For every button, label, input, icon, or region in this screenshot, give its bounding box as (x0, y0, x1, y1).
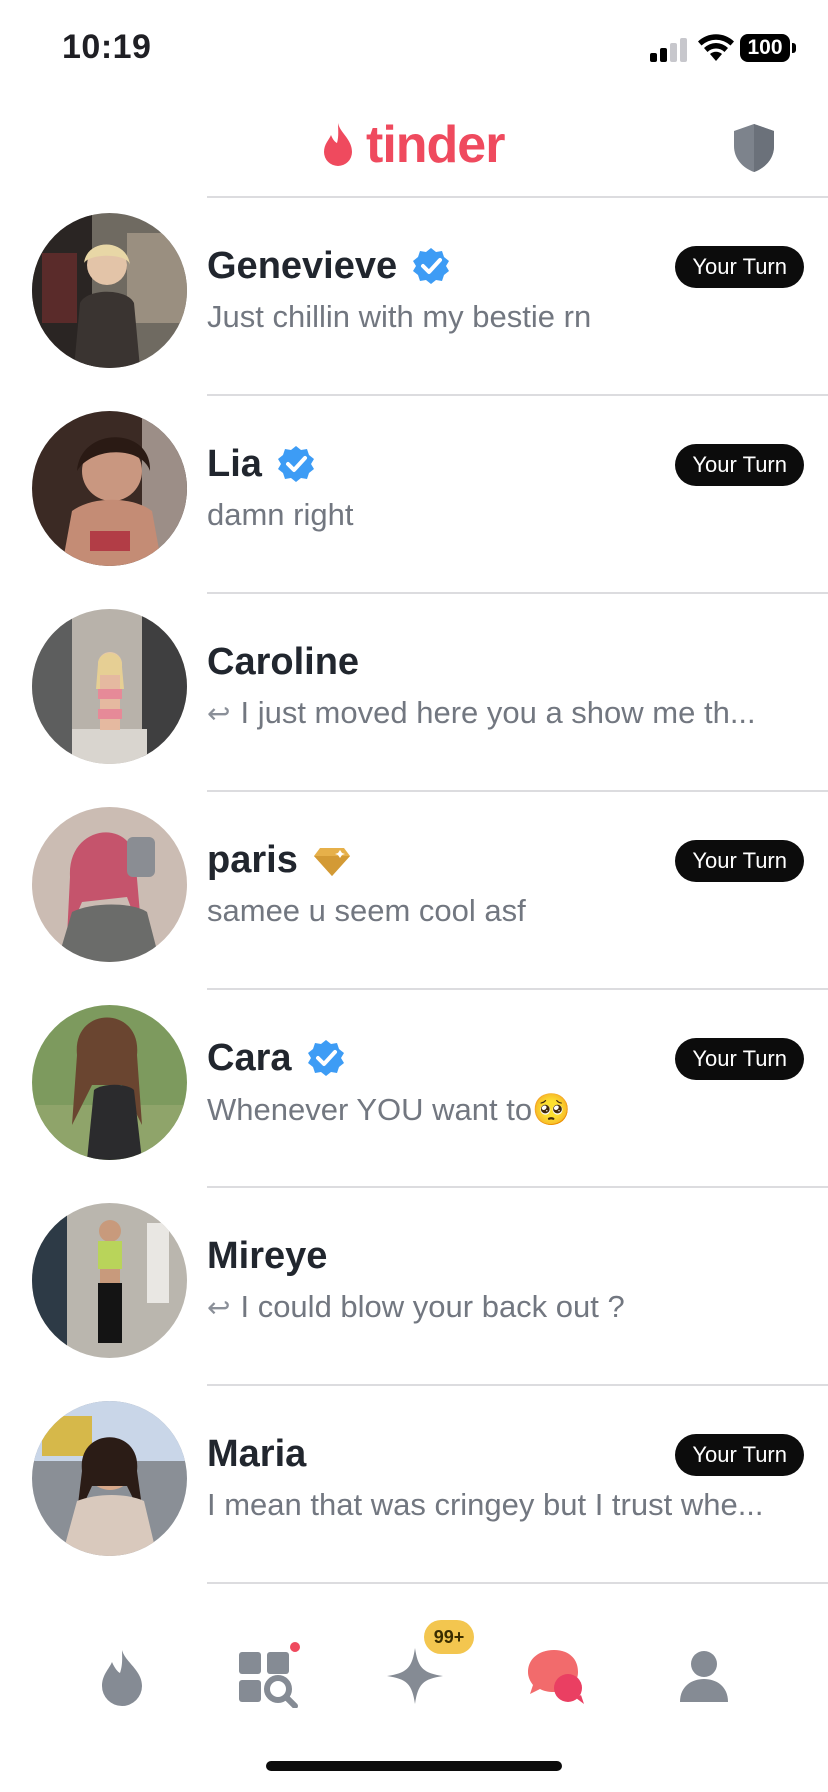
contact-name: Genevieve (207, 244, 398, 287)
status-time: 10:19 (62, 28, 152, 66)
tinder-logo: tinder (318, 115, 505, 175)
last-message: I mean that was cringey but I trust whe.… (207, 1487, 764, 1522)
contact-name: Lia (207, 442, 262, 485)
reply-arrow-icon: ↩ (207, 1291, 231, 1323)
app-header: tinder (0, 100, 828, 197)
wifi-icon (698, 34, 734, 61)
flame-tab-icon[interactable] (90, 1644, 154, 1708)
reply-arrow-icon: ↩ (207, 697, 231, 729)
status-bar: 10:19 100 (0, 0, 828, 100)
last-message: Whenever YOU want to🥺 (207, 1092, 571, 1127)
your-turn-badge: Your Turn (675, 1434, 804, 1476)
avatar[interactable] (32, 213, 187, 368)
shield-safety-icon[interactable] (730, 122, 778, 174)
your-turn-badge: Your Turn (675, 444, 804, 486)
conversation-row[interactable]: Caroline ↩ I just moved here you a show m… (0, 594, 828, 792)
your-turn-badge: Your Turn (675, 840, 804, 882)
contact-name: Mireye (207, 1234, 328, 1277)
home-indicator (266, 1761, 562, 1771)
explore-notification-dot (290, 1642, 300, 1652)
explore-tab-icon[interactable] (235, 1644, 299, 1708)
contact-name: Maria (207, 1432, 307, 1475)
contact-name: paris (207, 838, 298, 881)
avatar[interactable] (32, 1401, 187, 1556)
verified-icon (307, 1040, 344, 1076)
your-turn-badge: Your Turn (675, 1038, 804, 1080)
avatar[interactable] (32, 807, 187, 962)
avatar[interactable] (32, 609, 187, 764)
conversation-list: Genevieve Just chillin with my bestie rn… (0, 198, 828, 1584)
chat-tab-icon[interactable] (524, 1644, 588, 1708)
avatar[interactable] (32, 411, 187, 566)
last-message: Just chillin with my bestie rn (207, 299, 592, 334)
contact-name: Cara (207, 1036, 292, 1079)
conversation-row[interactable]: paris samee u seem cool asf Your Turn (0, 792, 828, 990)
conversation-row[interactable]: Genevieve Just chillin with my bestie rn… (0, 198, 828, 396)
row-divider (207, 1582, 828, 1584)
signal-icon (650, 38, 687, 62)
gold-diamond-icon (313, 848, 350, 876)
last-message: ↩ I could blow your back out ? (207, 1289, 625, 1324)
spark-count-badge: 99+ (424, 1620, 474, 1654)
conversation-row[interactable]: Maria I mean that was cringey but I trus… (0, 1386, 828, 1584)
battery-icon: 100 (740, 34, 796, 62)
conversation-row[interactable]: Mireye ↩ I could blow your back out ? (0, 1188, 828, 1386)
your-turn-badge: Your Turn (675, 246, 804, 288)
verified-icon (413, 248, 450, 284)
profile-tab-icon[interactable] (672, 1644, 736, 1708)
last-message: samee u seem cool asf (207, 893, 526, 928)
tab-bar: 99+ (0, 1620, 828, 1740)
last-message: damn right (207, 497, 354, 532)
flame-logo-icon (324, 123, 352, 166)
logo-text: tinder (366, 116, 505, 174)
contact-name: Caroline (207, 640, 360, 683)
conversation-row[interactable]: Lia damn right Your Turn (0, 396, 828, 594)
conversation-row[interactable]: Cara Whenever YOU want to🥺 Your Turn (0, 990, 828, 1188)
last-message: ↩ I just moved here you a show me th... (207, 695, 756, 730)
battery-level: 100 (740, 34, 790, 62)
avatar[interactable] (32, 1203, 187, 1358)
avatar[interactable] (32, 1005, 187, 1160)
verified-icon (277, 446, 314, 482)
